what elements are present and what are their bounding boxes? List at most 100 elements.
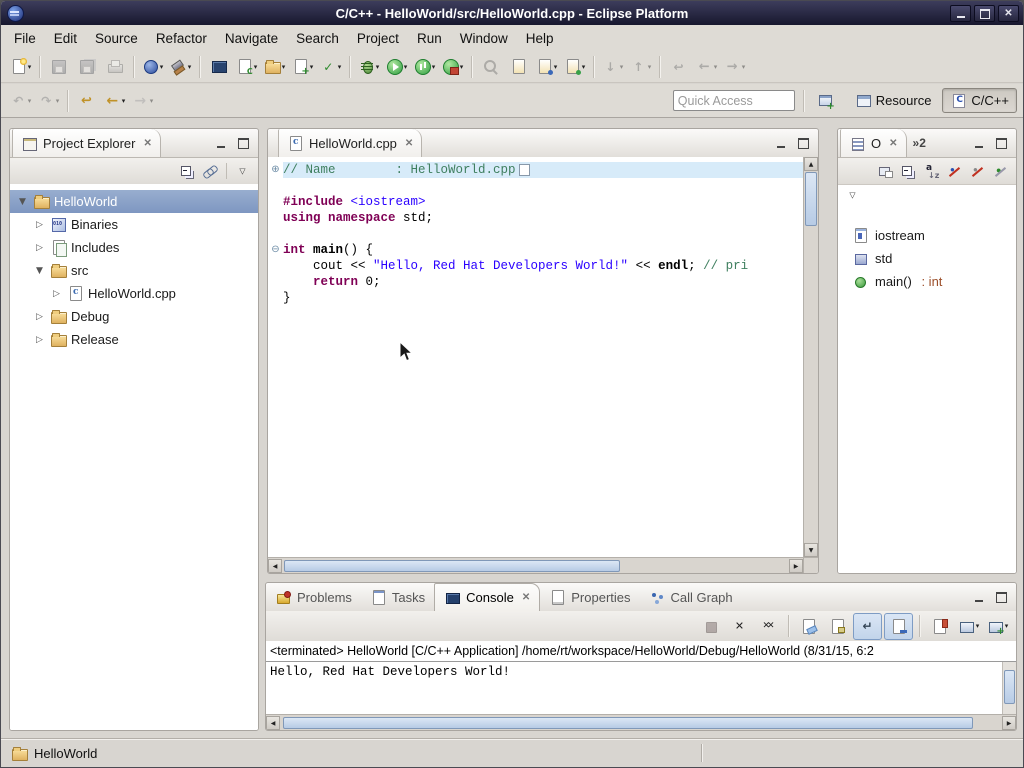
outline-item-main[interactable]: main() : int: [838, 270, 1016, 293]
run-button[interactable]: ▾: [383, 54, 410, 79]
tab-outline[interactable]: O ✕: [840, 129, 907, 157]
minimize-panel-button[interactable]: [971, 136, 987, 151]
close-icon[interactable]: ✕: [522, 592, 530, 603]
tree-expander-icon[interactable]: ▷: [33, 312, 46, 322]
hide-fields-button[interactable]: [944, 161, 965, 182]
minimize-panel-button[interactable]: [213, 136, 229, 151]
maximize-panel-button[interactable]: [993, 590, 1009, 605]
hide-static-button[interactable]: [967, 161, 988, 182]
tree-item-helloworld-cpp[interactable]: ▷HelloWorld.cpp: [10, 282, 258, 305]
scroll-thumb[interactable]: [284, 560, 620, 572]
menu-file[interactable]: File: [5, 28, 45, 49]
last-edit-location-button[interactable]: [73, 88, 100, 113]
close-icon[interactable]: ✕: [143, 138, 151, 149]
close-icon[interactable]: ✕: [405, 138, 413, 149]
tree-item-includes[interactable]: ▷Includes: [10, 236, 258, 259]
quick-access-input[interactable]: [673, 90, 795, 111]
fold-expand-icon[interactable]: ⊕: [268, 162, 283, 178]
tree-item-binaries[interactable]: ▷Binaries: [10, 213, 258, 236]
outline-item-std[interactable]: std: [838, 247, 1016, 270]
remove-launch-button[interactable]: [726, 614, 753, 639]
tree-expander-icon[interactable]: ▼: [33, 266, 46, 276]
scroll-thumb[interactable]: [805, 172, 817, 226]
menu-source[interactable]: Source: [86, 28, 147, 49]
menu-project[interactable]: Project: [348, 28, 408, 49]
view-menu-button[interactable]: [232, 161, 253, 182]
word-wrap-button[interactable]: [853, 613, 882, 640]
tab-project-explorer[interactable]: Project Explorer ✕: [12, 129, 161, 157]
open-type-button[interactable]: [505, 54, 532, 79]
collapse-all-button[interactable]: [898, 161, 919, 182]
tree-item-helloworld[interactable]: ▼HelloWorld: [10, 190, 258, 213]
tree-expander-icon[interactable]: ▷: [33, 220, 46, 230]
open-resource-button[interactable]: ▾: [561, 54, 588, 79]
scroll-left-icon[interactable]: ◀: [266, 716, 280, 730]
hide-non-public-button[interactable]: [990, 161, 1011, 182]
display-selected-console-button[interactable]: ▾: [955, 614, 982, 639]
show-when-stdout-changes-button[interactable]: [884, 613, 913, 640]
tab-helloworld-cpp[interactable]: HelloWorld.cpp ✕: [278, 129, 422, 157]
close-icon[interactable]: ✕: [889, 138, 897, 149]
new-source-folder-button[interactable]: ▾: [261, 54, 288, 79]
minimize-panel-button[interactable]: [773, 136, 789, 151]
code-editor[interactable]: ⊕// Name : HelloWorld.cpp#include <iostr…: [268, 157, 803, 557]
build-configuration-button[interactable]: ▾: [139, 54, 166, 79]
collapse-all-button[interactable]: [177, 161, 198, 182]
debug-button[interactable]: ▾: [355, 54, 382, 79]
scroll-up-icon[interactable]: ▲: [804, 157, 818, 171]
tab-call-graph[interactable]: Call Graph: [640, 583, 742, 611]
folded-region-indicator[interactable]: [519, 164, 530, 176]
console-vertical-scrollbar[interactable]: [1002, 662, 1016, 714]
maximize-button[interactable]: [974, 5, 995, 22]
minimize-panel-button[interactable]: [971, 590, 987, 605]
scroll-thumb[interactable]: [1004, 670, 1015, 704]
sort-button[interactable]: [921, 161, 942, 182]
editor-horizontal-scrollbar[interactable]: ◀ ▶: [268, 557, 803, 573]
profile-button[interactable]: ▾: [411, 54, 438, 79]
tree-expander-icon[interactable]: ▷: [50, 289, 63, 299]
menu-edit[interactable]: Edit: [45, 28, 86, 49]
tab-tasks[interactable]: Tasks: [361, 583, 434, 611]
close-button[interactable]: [998, 5, 1019, 22]
menu-run[interactable]: Run: [408, 28, 451, 49]
menu-navigate[interactable]: Navigate: [216, 28, 287, 49]
back-history-button[interactable]: ▾: [101, 88, 128, 113]
scroll-down-icon[interactable]: ▼: [804, 543, 818, 557]
build-all-button[interactable]: ▾: [167, 54, 194, 79]
perspective-resource[interactable]: Resource: [847, 88, 940, 113]
pin-console-button[interactable]: [926, 614, 953, 639]
new-class-button[interactable]: ▾: [233, 54, 260, 79]
maximize-panel-button[interactable]: [235, 136, 251, 151]
console-output[interactable]: Hello, Red Hat Developers World!: [266, 662, 1002, 714]
view-switcher[interactable]: »2: [907, 129, 932, 157]
menu-help[interactable]: Help: [517, 28, 563, 49]
menu-window[interactable]: Window: [451, 28, 517, 49]
menu-refactor[interactable]: Refactor: [147, 28, 216, 49]
tab-properties[interactable]: Properties: [540, 583, 639, 611]
tree-item-debug[interactable]: ▷Debug: [10, 305, 258, 328]
minimize-button[interactable]: [950, 5, 971, 22]
open-perspective-button[interactable]: [812, 88, 839, 113]
scroll-right-icon[interactable]: ▶: [1002, 716, 1016, 730]
tree-item-src[interactable]: ▼src: [10, 259, 258, 282]
new-file-button[interactable]: ▾: [289, 54, 316, 79]
outline-item-iostream[interactable]: iostream: [838, 224, 1016, 247]
open-task-button[interactable]: ▾: [533, 54, 560, 79]
title-bar[interactable]: C/C++ - HelloWorld/src/HelloWorld.cpp - …: [1, 1, 1023, 25]
outline-view-menu-button[interactable]: [842, 185, 863, 206]
scroll-lock-button[interactable]: [824, 614, 851, 639]
menu-search[interactable]: Search: [287, 28, 348, 49]
tree-expander-icon[interactable]: ▷: [33, 243, 46, 253]
editor-vertical-scrollbar[interactable]: ▲ ▼: [803, 157, 818, 557]
tab-console[interactable]: Console✕: [434, 583, 540, 611]
scroll-left-icon[interactable]: ◀: [268, 559, 282, 573]
tree-expander-icon[interactable]: ▷: [33, 335, 46, 345]
fold-collapse-icon[interactable]: ⊖: [268, 242, 283, 258]
external-tools-button[interactable]: ▾: [439, 54, 466, 79]
open-console-button[interactable]: ▾: [984, 614, 1011, 639]
tab-problems[interactable]: Problems: [266, 583, 361, 611]
new-console-button[interactable]: [205, 54, 232, 79]
console-horizontal-scrollbar[interactable]: ◀ ▶: [266, 714, 1016, 730]
code-analysis-button[interactable]: ▾: [317, 54, 344, 79]
tree-expander-icon[interactable]: ▼: [16, 197, 29, 207]
